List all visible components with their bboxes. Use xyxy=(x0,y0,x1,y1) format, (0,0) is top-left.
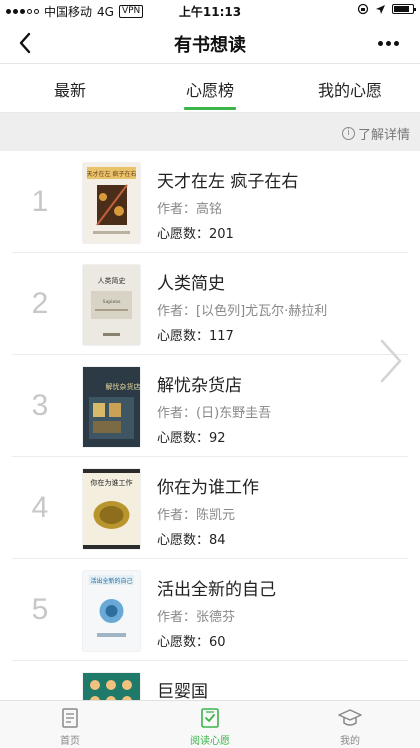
tab-bar: 最新 心愿榜 我的心愿 xyxy=(0,65,420,113)
book-title: 解忧杂货店 xyxy=(157,376,242,396)
rank-number: 1 xyxy=(31,185,49,218)
cover-title: 活出全新的自己 xyxy=(90,577,132,585)
book-author: 作者：[以色列]尤瓦尔·赫拉利 xyxy=(157,304,328,319)
more-dots-icon xyxy=(377,40,383,46)
book-row[interactable]: 5 活出全新的自己 活出全新的自己 作者：张德芬 心愿数：60 xyxy=(0,559,420,661)
rank-number: 5 xyxy=(31,593,49,626)
book-title: 你在为谁工作 xyxy=(157,478,259,498)
cover-title: 人类简史 xyxy=(98,276,126,285)
status-right xyxy=(357,3,416,15)
home-book-icon xyxy=(62,708,78,728)
cover-title: 解忧杂货店 xyxy=(106,382,141,391)
info-strip: i 了解详情 xyxy=(0,113,420,151)
wish-count: 心愿数：117 xyxy=(157,329,234,344)
rank-number: 4 xyxy=(31,491,49,524)
wish-count: 心愿数：84 xyxy=(157,533,226,548)
cover-title: 天才在左 疯子在右 xyxy=(87,170,137,178)
cover-title: 你在为谁工作 xyxy=(91,478,133,487)
wish-count: 心愿数：201 xyxy=(157,227,234,242)
info-icon: i xyxy=(341,127,355,140)
bottom-tab-mine[interactable]: 我的 xyxy=(280,701,420,748)
book-author: 作者：高铭 xyxy=(157,202,223,217)
book-cover: 活出全新的自己 xyxy=(83,571,140,651)
bottom-tab-bar: 首页 阅读心愿 我的 xyxy=(0,700,420,748)
book-cover: 你在为谁工作 xyxy=(83,469,140,549)
book-author: 作者：(日)东野圭吾 xyxy=(157,406,272,421)
graduation-cap-icon xyxy=(338,709,362,726)
tab-latest[interactable]: 最新 xyxy=(0,65,140,112)
lock-rotation-icon xyxy=(357,3,369,15)
chevron-right-icon xyxy=(380,339,402,383)
learn-more-label: 了解详情 xyxy=(357,128,410,143)
bottom-tab-home[interactable]: 首页 xyxy=(0,701,140,748)
svg-text:Sapiens: Sapiens xyxy=(103,299,122,305)
tab-my-wishes[interactable]: 我的心愿 xyxy=(280,65,420,112)
book-cover: 人类简史 Sapiens xyxy=(83,265,140,345)
book-row[interactable]: 3 解忧杂货店 解忧杂货店 作者：(日)东野圭吾 心愿数：92 xyxy=(0,355,420,457)
wish-count: 心愿数：60 xyxy=(157,635,226,650)
bottom-tab-label: 我的 xyxy=(340,736,360,747)
wish-count: 心愿数：92 xyxy=(157,431,226,446)
book-list: 1 天才在左 疯子在右 天才在左 疯子在右 作者：高铭 心愿数：201 2 人类… xyxy=(0,151,420,700)
tab-wish-ranking[interactable]: 心愿榜 xyxy=(140,65,280,112)
book-author: 作者：张德芬 xyxy=(157,610,236,625)
book-row[interactable]: 4 你在为谁工作 你在为谁工作 作者：陈凯元 心愿数：84 xyxy=(0,457,420,559)
book-author: 作者：陈凯元 xyxy=(157,508,236,523)
rank-number: 2 xyxy=(31,287,49,320)
book-title: 天才在左 疯子在右 xyxy=(157,172,299,192)
book-row[interactable]: 2 人类简史 Sapiens 人类简史 作者：[以色列]尤瓦尔·赫拉利 心愿数：… xyxy=(0,253,420,355)
page-title: 有书想读 xyxy=(174,35,246,56)
book-title: 巨婴国 xyxy=(157,682,208,700)
bottom-tab-reading-wish[interactable]: 阅读心愿 xyxy=(140,701,280,748)
book-title: 人类简史 xyxy=(157,274,225,294)
more-button[interactable] xyxy=(370,28,406,58)
bottom-tab-label: 首页 xyxy=(60,736,80,747)
book-row[interactable]: 1 天才在左 疯子在右 天才在左 疯子在右 作者：高铭 心愿数：201 xyxy=(0,151,420,253)
next-page-arrow[interactable] xyxy=(378,338,404,384)
book-cover: 解忧杂货店 xyxy=(83,367,140,447)
book-cover: 天才在左 疯子在右 xyxy=(83,163,140,243)
nav-bar: 有书想读 xyxy=(0,22,420,64)
book-title: 活出全新的自己 xyxy=(157,580,276,600)
book-row[interactable]: 6 巨婴国 xyxy=(0,661,420,700)
learn-more-link[interactable]: i 了解详情 xyxy=(341,124,410,143)
bottom-tab-label: 阅读心愿 xyxy=(190,736,230,747)
battery-icon xyxy=(392,4,416,14)
location-arrow-icon xyxy=(376,4,385,14)
rank-number: 3 xyxy=(31,389,49,422)
book-cover xyxy=(83,673,140,700)
status-bar: 中国移动 4G VPN 上午11:13 xyxy=(0,0,420,22)
reading-wish-icon xyxy=(201,708,219,728)
